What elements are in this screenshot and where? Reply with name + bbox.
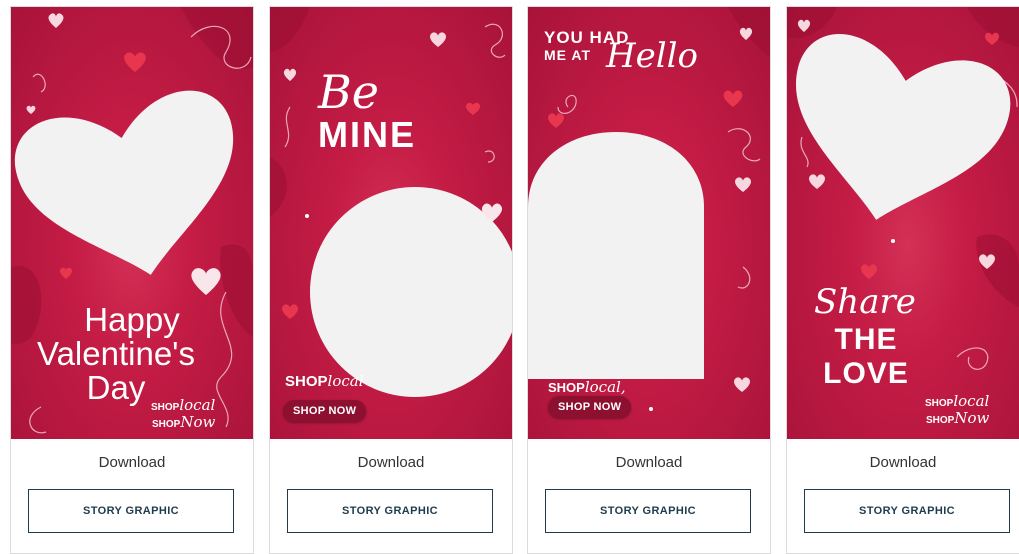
story-graphic-button[interactable]: STORY GRAPHIC <box>804 489 1010 533</box>
story-card-happy-valentines: Happy Valentine's Day SHOPlocal SHOPNow … <box>10 6 254 554</box>
shop-local-logo: SHOPlocal SHOPNow <box>925 393 989 426</box>
download-label: Download <box>98 454 166 471</box>
dot-decoration <box>649 407 653 411</box>
logo-text: SHOP <box>925 398 954 409</box>
small-heart-icon <box>282 304 298 319</box>
shop-local-logo: SHOPlocal, <box>548 379 626 396</box>
logo-text: SHOP <box>285 373 328 390</box>
background-blob <box>270 7 310 52</box>
small-heart-icon <box>548 113 564 128</box>
logo-script: local, <box>584 378 626 396</box>
story-card-be-mine: Be MINE SHOPlocal SHOP NOW Download STOR… <box>269 6 513 554</box>
swirl-line <box>737 266 751 289</box>
small-heart-icon <box>735 177 751 192</box>
bold-headline: MINE <box>318 114 416 155</box>
background-blob <box>976 234 1019 307</box>
small-heart-icon <box>283 68 297 81</box>
swirl-line <box>29 406 47 434</box>
download-label: Download <box>869 454 937 471</box>
logo-script: local <box>953 392 990 410</box>
small-heart-icon <box>430 32 446 47</box>
logo-text: SHOP <box>151 402 180 413</box>
shop-local-logo: SHOPlocal <box>285 373 364 391</box>
headline-line1: Happy <box>84 301 180 338</box>
small-heart-icon <box>26 105 36 114</box>
logo-script: local <box>327 372 364 390</box>
heart-photo-frame <box>15 90 234 275</box>
headline-line2: ME AT <box>544 47 591 63</box>
small-heart-icon <box>59 267 73 279</box>
story-graphic-button[interactable]: STORY GRAPHIC <box>287 489 493 533</box>
small-heart-icon <box>861 264 877 279</box>
swirl-line <box>484 150 495 163</box>
headline-line2: LOVE <box>823 357 909 390</box>
swirl-line <box>800 136 809 168</box>
logo-text: SHOP <box>548 380 585 395</box>
shop-local-logo: SHOPlocal SHOPNow <box>151 397 215 430</box>
script-headline: Share <box>814 282 916 322</box>
background-blob <box>270 157 287 217</box>
swirl-line <box>484 23 506 58</box>
swirl-line <box>557 94 577 114</box>
story-graphic-preview[interactable]: Be MINE SHOPlocal SHOP NOW <box>270 7 512 439</box>
background-blob <box>181 7 253 69</box>
shop-now-pill: SHOP NOW <box>283 400 367 422</box>
script-headline: Hello <box>606 36 698 76</box>
story-card-share-the-love: Share THE LOVE SHOPlocal SHOPNow Downloa… <box>786 6 1019 554</box>
story-graphic-preview[interactable]: YOU HAD ME AT Hello SHOPlocal, SHOP NOW <box>528 7 770 439</box>
story-graphic-preview[interactable]: Happy Valentine's Day SHOPlocal SHOPNow <box>11 7 253 439</box>
small-heart-icon <box>723 90 743 107</box>
story-graphic-button[interactable]: STORY GRAPHIC <box>28 489 234 533</box>
logo-script: Now <box>954 408 990 427</box>
small-heart-icon <box>48 13 64 28</box>
headline-line1: THE <box>834 323 898 356</box>
headline-line2: Valentine's <box>37 335 195 372</box>
swirl-line <box>284 106 291 148</box>
logo-text: SHOP <box>925 414 955 426</box>
swirl-line <box>956 347 989 370</box>
download-label: Download <box>357 454 425 471</box>
download-label: Download <box>615 454 683 471</box>
small-heart-icon <box>734 377 750 392</box>
story-graphic-button[interactable]: STORY GRAPHIC <box>545 489 751 533</box>
logo-script: local <box>179 396 216 414</box>
logo-script: Now <box>180 412 216 431</box>
swirl-line <box>32 73 46 93</box>
shop-now-pill: SHOP NOW <box>548 396 632 418</box>
script-headline: Be <box>318 65 380 119</box>
circle-photo-frame <box>310 187 512 397</box>
story-card-you-had-me-at-hello: YOU HAD ME AT Hello SHOPlocal, SHOP NOW … <box>527 6 771 554</box>
small-heart-icon <box>124 52 146 72</box>
small-heart-icon <box>465 102 481 115</box>
swirl-line <box>727 128 761 162</box>
heart-photo-frame <box>796 34 1011 220</box>
logo-text: SHOP <box>151 418 181 430</box>
small-heart-icon <box>809 174 825 189</box>
arch-photo-frame <box>528 132 704 379</box>
dot-decoration <box>305 214 309 218</box>
small-heart-icon <box>191 268 221 295</box>
story-graphics-grid: Happy Valentine's Day SHOPlocal SHOPNow … <box>0 0 1019 554</box>
story-graphic-preview[interactable]: Share THE LOVE SHOPlocal SHOPNow <box>787 7 1019 439</box>
background-blob <box>787 7 837 39</box>
dot-decoration <box>891 239 895 243</box>
